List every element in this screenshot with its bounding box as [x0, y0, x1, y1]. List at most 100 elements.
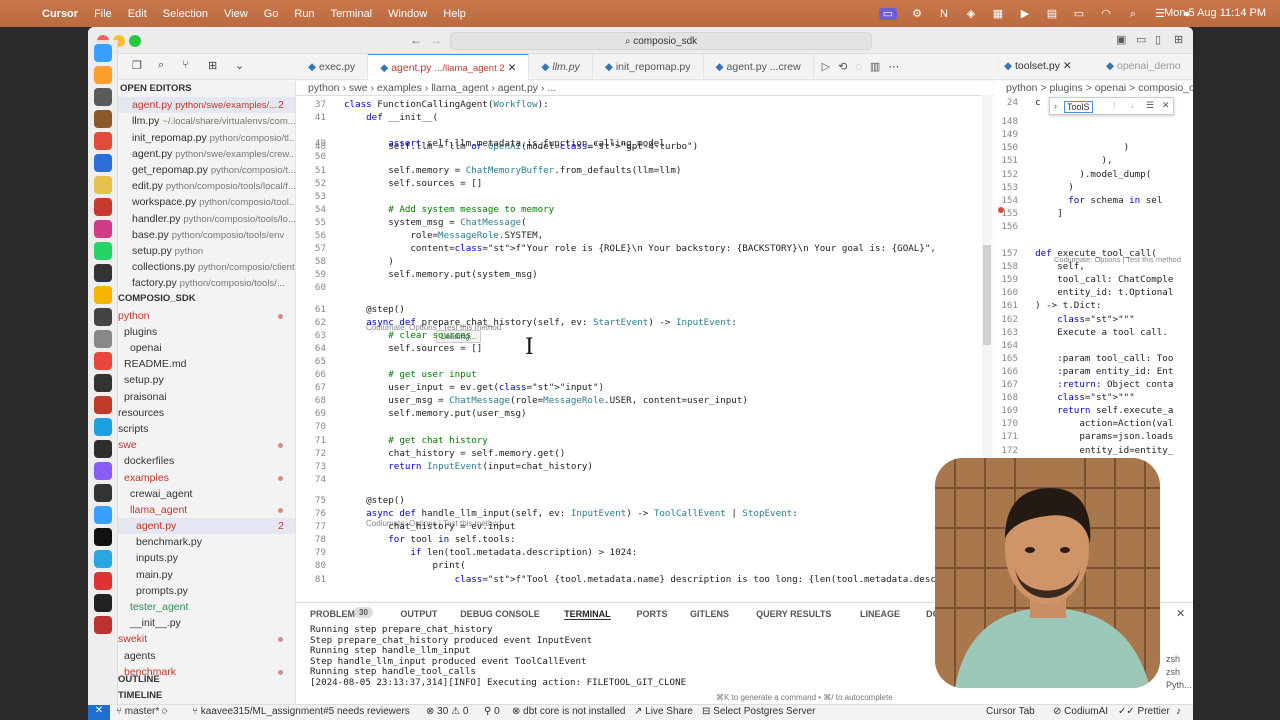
close-icon[interactable]: ✕	[508, 62, 517, 74]
chevron-down-icon[interactable]: ⌄	[235, 59, 244, 72]
apple-icon[interactable]	[14, 8, 28, 20]
dock-app-icon[interactable]	[94, 528, 112, 546]
open-changes-icon[interactable]: ⟲	[838, 54, 847, 79]
pr-status[interactable]: ⑂ kaavee315/ML_assignment#5 needs review…	[192, 706, 410, 717]
arrow-up-icon[interactable]: ↑	[1112, 100, 1117, 110]
timeline-header[interactable]: TIMELINE	[118, 688, 162, 704]
prev-change-icon[interactable]: ◌	[855, 54, 862, 79]
cursor-tab-status[interactable]: Cursor Tab	[986, 706, 1035, 717]
menu-run[interactable]: Run	[294, 8, 314, 20]
terminal-instance[interactable]: zsh	[1166, 653, 1192, 666]
menu-terminal[interactable]: Terminal	[331, 8, 373, 20]
close-icon[interactable]: ✕	[1162, 100, 1170, 111]
tab-init-repomap[interactable]: ◆ init_repomap.py	[593, 54, 704, 80]
dbt-status[interactable]: ⊗ dbt core is not installed	[512, 706, 625, 717]
terminal-instance[interactable]: Pyth...	[1166, 679, 1192, 692]
settings-icon[interactable]: ⚙	[910, 8, 924, 20]
tree-item[interactable]: swekit	[118, 631, 295, 647]
dock-app-icon[interactable]	[94, 176, 112, 194]
tab-llm[interactable]: ◆ llm.py	[529, 54, 593, 80]
more-actions-icon[interactable]: ⋯	[888, 54, 899, 79]
breadcrumb-item[interactable]: examples	[377, 82, 422, 94]
dock-app-icon[interactable]	[94, 88, 112, 106]
ports-status[interactable]: ⚲ 0	[484, 706, 500, 717]
dock-app-icon[interactable]	[94, 264, 112, 282]
problems-status[interactable]: ⊗ 30 ⚠ 0	[426, 706, 468, 717]
project-header[interactable]: COMPOSIO_SDK	[118, 291, 295, 307]
chevron-right-icon[interactable]: ›	[1054, 101, 1057, 111]
tree-item[interactable]: llama_agent	[118, 502, 295, 518]
open-editors-header[interactable]: OPEN EDITORS	[118, 81, 295, 97]
panel-tab-ports[interactable]: PORTS	[637, 609, 668, 619]
tree-item[interactable]: agent.py 2	[118, 518, 295, 535]
tab-exec[interactable]: ◆ exec.py	[296, 54, 369, 80]
dock-app-icon[interactable]	[94, 396, 112, 414]
codium-status[interactable]: ⊘ CodiumAI	[1053, 706, 1108, 717]
notion-icon[interactable]: N	[937, 8, 951, 20]
open-editor-item[interactable]: base.py python/composio/tools/env	[118, 227, 295, 243]
dock-app-icon[interactable]	[94, 506, 112, 524]
terminal-instance[interactable]: zsh	[1166, 666, 1192, 679]
find-input[interactable]: ToolS	[1064, 101, 1093, 113]
dock-app-icon[interactable]	[94, 44, 112, 62]
tree-item[interactable]: setup.py	[118, 372, 295, 388]
battery-icon[interactable]: ▭	[1072, 8, 1086, 20]
prettier-status[interactable]: ✓✓ Prettier	[1118, 706, 1170, 717]
menu-selection[interactable]: Selection	[163, 8, 208, 20]
tree-item[interactable]: tester_agent	[118, 599, 295, 615]
dock-app-icon[interactable]	[94, 286, 112, 304]
screen-share-icon[interactable]: ▭	[879, 7, 897, 20]
tree-item[interactable]: main.py	[118, 567, 295, 583]
panel-tab-query-results[interactable]: QUERY RESULTS	[756, 609, 831, 619]
dock-app-icon[interactable]	[94, 462, 112, 480]
dock-app-icon[interactable]	[94, 352, 112, 370]
notifications-icon[interactable]: ♪	[1176, 706, 1181, 717]
back-arrow-icon[interactable]: ←	[410, 33, 422, 47]
arrow-down-icon[interactable]: ↓	[1130, 100, 1135, 110]
tab-agent-llama[interactable]: ◆ agent.py .../llama_agent 2 ✕	[368, 54, 530, 80]
terminal-output[interactable]: Running step prepare_chat_history Step p…	[310, 624, 686, 688]
open-editor-item[interactable]: get_repomap.py python/composio/t...	[118, 162, 295, 178]
dock-app-icon[interactable]	[94, 132, 112, 150]
open-editor-item[interactable]: handler.py python/composio/tools/lo...	[118, 211, 295, 227]
dock-app-icon[interactable]	[94, 484, 112, 502]
menubar-clock[interactable]: Mon 5 Aug 11:14 PM	[1164, 7, 1266, 19]
dock-app-icon[interactable]	[94, 550, 112, 568]
live-share-button[interactable]: ↗ Live Share	[634, 706, 693, 717]
tree-item[interactable]: benchmark.py	[118, 534, 295, 550]
tree-item[interactable]: scripts	[118, 421, 295, 437]
menu-view[interactable]: View	[224, 8, 248, 20]
menu-file[interactable]: File	[94, 8, 112, 20]
extensions-icon[interactable]: ⊞	[208, 59, 217, 72]
docker-icon[interactable]: ▦	[991, 8, 1005, 20]
explorer-icon[interactable]: ❐	[132, 59, 142, 72]
open-editor-item[interactable]: collections.py python/composio/client	[118, 259, 295, 275]
outline-header[interactable]: OUTLINE	[118, 672, 160, 688]
open-editor-item[interactable]: edit.py python/composio/tools/local/f...	[118, 178, 295, 194]
layout-panel-icon[interactable]: ▭	[1136, 33, 1146, 46]
menu-go[interactable]: Go	[264, 8, 279, 20]
menu-edit[interactable]: Edit	[128, 8, 147, 20]
breadcrumb-item[interactable]: swe	[349, 82, 368, 94]
layout-secondary-icon[interactable]: ▯	[1155, 33, 1161, 46]
tree-item[interactable]: dockerfiles	[118, 453, 295, 469]
tree-item[interactable]: resources	[118, 405, 295, 421]
play-icon[interactable]: ▶	[1018, 8, 1032, 20]
remote-indicator-icon[interactable]: ✕	[88, 705, 110, 720]
open-editor-item[interactable]: init_repomap.py python/composio/tl...	[118, 130, 295, 146]
panel-tab-output[interactable]: OUTPUT	[400, 609, 437, 619]
dock-app-icon[interactable]	[94, 110, 112, 128]
tab-openai-demo[interactable]: ◆ openai_demo	[1106, 60, 1181, 72]
secondary-breadcrumb[interactable]: python > plugins > openai > composio_op	[994, 81, 1193, 95]
tree-item[interactable]: __init__.py	[118, 615, 295, 631]
dock-app-icon[interactable]	[94, 220, 112, 238]
open-editor-item[interactable]: agent.py python/swe/examples/crew...	[118, 146, 295, 162]
dock-app-icon[interactable]	[94, 616, 112, 634]
breadcrumb-item[interactable]: agent.py	[498, 82, 538, 94]
tree-item[interactable]: inputs.py	[118, 550, 295, 566]
close-icon[interactable]: ✕	[1176, 607, 1185, 620]
source-control-icon[interactable]: ⑂	[182, 59, 189, 71]
selection-icon[interactable]: ☰	[1146, 100, 1154, 111]
search-icon[interactable]: ⌕	[1126, 8, 1140, 20]
dock-app-icon[interactable]	[94, 594, 112, 612]
